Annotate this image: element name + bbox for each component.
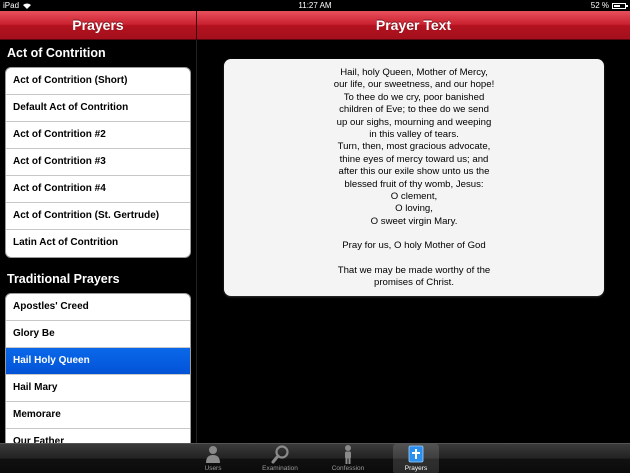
battery-icon xyxy=(612,2,628,9)
status-time: 11:27 AM xyxy=(298,1,332,10)
prayer-text-card: Hail, holy Queen, Mother of Mercy, our l… xyxy=(224,59,604,296)
tab-users[interactable]: Users xyxy=(190,444,236,473)
prayer-text-nav-title: Prayer Text xyxy=(197,11,630,40)
battery-percent: 52 % xyxy=(590,1,609,10)
list-item[interactable]: Act of Contrition (Short) xyxy=(6,68,190,95)
list-item[interactable]: Act of Contrition #3 xyxy=(6,149,190,176)
prayers-sidebar[interactable]: Act of Contrition Act of Contrition (Sho… xyxy=(0,40,196,443)
magnifier-icon xyxy=(271,445,289,464)
list-item[interactable]: Default Act of Contrition xyxy=(6,95,190,122)
list-item-selected[interactable]: Hail Holy Queen xyxy=(6,348,190,375)
tab-label: Confession xyxy=(331,465,365,472)
traditional-prayers-group: Apostles' Creed Glory Be Hail Holy Queen… xyxy=(5,293,191,443)
users-icon xyxy=(206,446,220,463)
act-of-contrition-group: Act of Contrition (Short) Default Act of… xyxy=(5,67,191,258)
confession-icon xyxy=(345,445,351,464)
list-item[interactable]: Glory Be xyxy=(6,321,190,348)
tab-confession[interactable]: Confession xyxy=(325,444,371,473)
prayer-book-icon xyxy=(408,445,424,463)
tab-label: Users xyxy=(204,465,222,472)
list-item[interactable]: Latin Act of Contrition xyxy=(6,230,190,257)
list-item[interactable]: Memorare xyxy=(6,402,190,429)
list-item[interactable]: Act of Contrition #4 xyxy=(6,176,190,203)
list-item[interactable]: Apostles' Creed xyxy=(6,294,190,321)
prayers-nav-title: Prayers xyxy=(0,11,196,40)
tab-label: Prayers xyxy=(404,465,428,472)
list-item[interactable]: Act of Contrition (St. Gertrude) xyxy=(6,203,190,230)
section-header-act-of-contrition: Act of Contrition xyxy=(7,46,106,60)
prayer-paragraph: Pray for us, O holy Mother of God xyxy=(342,240,486,252)
prayer-paragraph: That we may be made worthy of the promis… xyxy=(337,264,491,289)
status-right: 52 % xyxy=(590,0,628,11)
prayer-paragraph: Hail, holy Queen, Mother of Mercy, our l… xyxy=(333,67,495,227)
list-item[interactable]: Hail Mary xyxy=(6,375,190,402)
tab-bar: Users Examination Confession Prayers xyxy=(0,443,630,473)
tab-examination[interactable]: Examination xyxy=(257,444,303,473)
prayer-detail-pane: Hail, holy Queen, Mother of Mercy, our l… xyxy=(197,40,630,443)
list-item[interactable]: Our Father xyxy=(6,429,190,443)
tab-prayers[interactable]: Prayers xyxy=(393,444,439,473)
status-bar: iPad 11:27 AM 52 % xyxy=(0,0,630,11)
section-header-traditional-prayers: Traditional Prayers xyxy=(7,272,120,286)
list-item[interactable]: Act of Contrition #2 xyxy=(6,122,190,149)
tab-label: Examination xyxy=(262,465,298,472)
